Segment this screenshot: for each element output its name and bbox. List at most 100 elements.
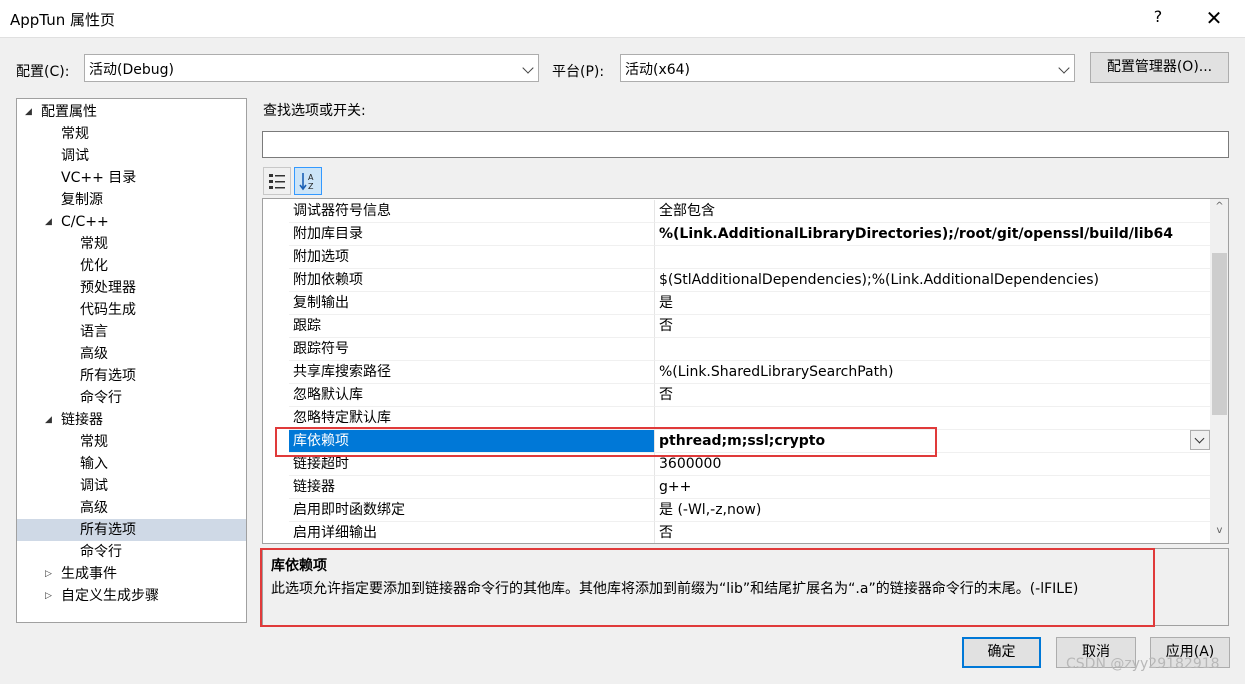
tree-item[interactable]: 输入 xyxy=(17,453,246,475)
tree-item-label: 预处理器 xyxy=(80,280,136,296)
tree-item[interactable]: 预处理器 xyxy=(17,277,246,299)
tree-item-label: 生成事件 xyxy=(61,566,117,582)
tree-item[interactable]: ◢ 配置属性 xyxy=(17,101,246,123)
property-name: 复制输出 xyxy=(289,292,655,315)
tree-item-label: 链接器 xyxy=(61,412,103,428)
config-manager-button[interactable]: 配置管理器(O)... xyxy=(1090,52,1229,83)
property-value[interactable]: 是 xyxy=(655,292,1210,315)
tree-item[interactable]: ▷ 生成事件 xyxy=(17,563,246,585)
expanded-arrow-icon[interactable]: ◢ xyxy=(25,101,32,123)
tree-item-label: 常规 xyxy=(80,434,108,450)
property-name: 调试器符号信息 xyxy=(289,200,655,223)
property-name: 启用即时函数绑定 xyxy=(289,499,655,522)
scroll-down-icon[interactable]: v xyxy=(1210,525,1228,542)
tree-item[interactable]: 所有选项 xyxy=(17,365,246,387)
tree-item-label: 调试 xyxy=(61,148,89,164)
tree-item[interactable]: ◢ 链接器 xyxy=(17,409,246,431)
property-value[interactable]: 否 xyxy=(655,315,1210,338)
categorized-view-button[interactable] xyxy=(263,167,291,195)
property-value[interactable]: g++ xyxy=(655,476,1210,499)
sort-alphabetical-icon: A Z xyxy=(299,173,314,191)
property-tree: ◢ 配置属性 常规 调试 VC++ 目录 复制源 ◢ C/C++ 常规 优化 预处理器 代码生成 语言高… xyxy=(16,98,247,623)
tree-item[interactable]: 高级 xyxy=(17,343,246,365)
svg-text:Z: Z xyxy=(308,182,314,191)
selected-row-highlight xyxy=(275,427,937,457)
tree-item[interactable]: 语言 xyxy=(17,321,246,343)
tree-item[interactable]: ◢ C/C++ xyxy=(17,211,246,233)
search-input[interactable] xyxy=(262,131,1229,158)
property-name: 跟踪 xyxy=(289,315,655,338)
property-value[interactable]: $(StlAdditionalDependencies);%(Link.Addi… xyxy=(655,269,1210,292)
config-select[interactable]: 活动(Debug) xyxy=(84,54,539,82)
property-name: 附加选项 xyxy=(289,246,655,269)
tree-item[interactable]: 高级 xyxy=(17,497,246,519)
property-name: 跟踪符号 xyxy=(289,338,655,361)
property-row[interactable]: 附加库目录 %(Link.AdditionalLibraryDirectories… xyxy=(263,223,1210,246)
property-name: 忽略默认库 xyxy=(289,384,655,407)
tree-item[interactable]: 复制源 xyxy=(17,189,246,211)
property-row[interactable]: 跟踪否 xyxy=(263,315,1210,338)
tree-item[interactable]: 常规 xyxy=(17,431,246,453)
property-value[interactable]: 否 xyxy=(655,384,1210,407)
close-icon[interactable]: ✕ xyxy=(1202,4,1226,32)
property-row[interactable]: 共享库搜索路径 %(Link.SharedLibrarySearchPath) xyxy=(263,361,1210,384)
tree-item[interactable]: 代码生成 xyxy=(17,299,246,321)
tree-item[interactable]: 优化 xyxy=(17,255,246,277)
property-row[interactable]: 附加依赖项 $(StlAdditionalDependencies);%(Link… xyxy=(263,269,1210,292)
categorized-view-icon xyxy=(269,174,285,189)
tree-item[interactable]: 所有选项 xyxy=(17,519,246,541)
help-icon[interactable]: ? xyxy=(1148,7,1168,26)
property-row[interactable]: 启用即时函数绑定是 (-Wl,-z,now) xyxy=(263,499,1210,522)
property-row[interactable]: 链接器 g++ xyxy=(263,476,1210,499)
property-value[interactable] xyxy=(655,246,1210,269)
grid-scrollbar[interactable]: ^ v xyxy=(1210,199,1228,543)
tree-item[interactable]: 调试 xyxy=(17,475,246,497)
property-value[interactable]: 全部包含 xyxy=(655,200,1210,223)
tree-item[interactable]: ▷ 自定义生成步骤 xyxy=(17,585,246,607)
property-value[interactable]: %(Link.AdditionalLibraryDirectories);/ro… xyxy=(655,223,1210,246)
tree-item-label: 配置属性 xyxy=(41,104,97,120)
chevron-down-icon[interactable] xyxy=(1190,430,1210,450)
tree-item-label: 输入 xyxy=(80,456,108,472)
tree-item[interactable]: 命令行 xyxy=(17,541,246,563)
property-name: 附加依赖项 xyxy=(289,269,655,292)
scroll-thumb[interactable] xyxy=(1212,253,1227,415)
scroll-up-icon[interactable]: ^ xyxy=(1210,201,1228,218)
tree-item[interactable]: VC++ 目录 xyxy=(17,167,246,189)
tree-item-label: C/C++ xyxy=(61,214,109,230)
config-select-value: 活动(Debug) xyxy=(89,62,174,78)
property-value[interactable] xyxy=(655,338,1210,361)
config-label: 配置(C): xyxy=(16,64,70,80)
property-row[interactable]: 跟踪符号 xyxy=(263,338,1210,361)
expanded-arrow-icon[interactable]: ◢ xyxy=(45,211,52,233)
search-label: 查找选项或开关: xyxy=(263,103,366,119)
tree-item-label: 高级 xyxy=(80,500,108,516)
property-value[interactable]: %(Link.SharedLibrarySearchPath) xyxy=(655,361,1210,384)
property-value[interactable]: 是 (-Wl,-z,now) xyxy=(655,499,1210,522)
tree-item-label: 所有选项 xyxy=(80,368,136,384)
alphabetical-sort-button[interactable]: A Z xyxy=(294,167,322,195)
svg-text:A: A xyxy=(308,173,314,182)
platform-select[interactable]: 活动(x64) xyxy=(620,54,1075,82)
property-row[interactable]: 调试器符号信息 全部包含 xyxy=(263,200,1210,223)
ok-button[interactable]: 确定 xyxy=(962,637,1041,668)
tree-item[interactable]: 常规 xyxy=(17,233,246,255)
tree-item[interactable]: 常规 xyxy=(17,123,246,145)
property-row[interactable]: 忽略默认库否 xyxy=(263,384,1210,407)
property-name: 附加库目录 xyxy=(289,223,655,246)
property-value[interactable]: 否 xyxy=(655,522,1210,543)
description-highlight xyxy=(260,548,1155,627)
property-row[interactable]: 启用详细输出否 xyxy=(263,522,1210,543)
tree-item-label: VC++ 目录 xyxy=(61,170,137,186)
property-row[interactable]: 复制输出是 xyxy=(263,292,1210,315)
chevron-down-icon xyxy=(522,62,534,74)
collapsed-arrow-icon[interactable]: ▷ xyxy=(45,563,52,585)
collapsed-arrow-icon[interactable]: ▷ xyxy=(45,585,52,607)
tree-item[interactable]: 命令行 xyxy=(17,387,246,409)
expanded-arrow-icon[interactable]: ◢ xyxy=(45,409,52,431)
property-row[interactable]: 附加选项 xyxy=(263,246,1210,269)
property-name: 链接器 xyxy=(289,476,655,499)
tree-item[interactable]: 调试 xyxy=(17,145,246,167)
chevron-down-icon xyxy=(1058,62,1070,74)
tree-item-label: 调试 xyxy=(80,478,108,494)
